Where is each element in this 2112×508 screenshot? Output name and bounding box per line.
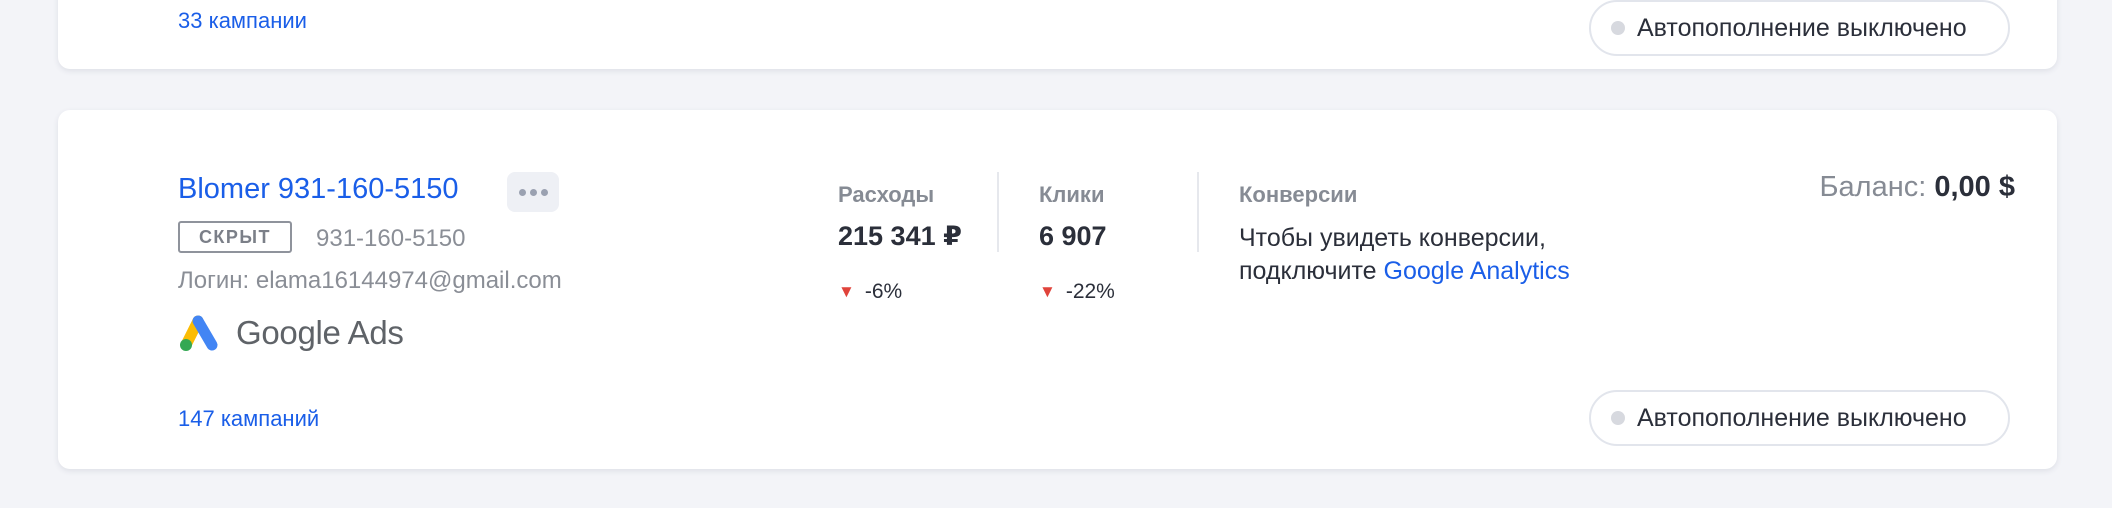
status-dot-icon — [1611, 411, 1625, 425]
metric-label-spend: Расходы — [838, 182, 935, 207]
metric-change-clicks: ▼ -22% — [1039, 280, 1115, 304]
account-card: Blomer 931-160-5150 СКРЫТ 931-160-5150 Л… — [58, 110, 2057, 469]
balance: Баланс: 0,00 $ — [1820, 171, 2016, 204]
more-options-button[interactable] — [507, 172, 559, 212]
campaigns-link[interactable]: 33 кампании — [178, 8, 307, 34]
metric-change-value: -6% — [864, 280, 903, 303]
trend-down-icon: ▼ — [838, 282, 855, 301]
campaigns-link[interactable]: 147 кампаний — [178, 406, 319, 432]
trend-down-icon: ▼ — [1039, 282, 1056, 301]
metric-change-spend: ▼ -6% — [838, 280, 902, 304]
dot-icon — [540, 188, 548, 196]
autofill-label: Автопополнение выключено — [1637, 13, 1967, 42]
balance-label: Баланс: — [1819, 171, 1927, 203]
metric-divider — [997, 172, 999, 252]
autofill-toggle[interactable]: Автопополнение выключено — [1589, 390, 2010, 446]
metric-value-spend: 215 341 ₽ — [838, 221, 962, 251]
platform-name: Google Ads — [236, 314, 404, 351]
metric-divider — [1197, 172, 1199, 252]
metric-label-conversions: Конверсии — [1239, 182, 1358, 207]
hidden-status-badge: СКРЫТ — [178, 221, 292, 253]
google-ads-icon — [180, 315, 218, 351]
autofill-label: Автопополнение выключено — [1637, 403, 1967, 432]
account-id: 931-160-5150 — [316, 225, 466, 252]
status-dot-icon — [1611, 21, 1625, 35]
dot-icon — [529, 188, 537, 196]
account-card-previous: 33 кампании Автопополнение выключено — [58, 0, 2057, 69]
metric-value-clicks: 6 907 — [1039, 221, 1107, 251]
account-login: Логин: elama16144974@gmail.com — [178, 267, 562, 294]
metric-change-value: -22% — [1065, 280, 1115, 303]
conversions-hint: Чтобы увидеть конверсии, подключите Goog… — [1239, 222, 1659, 288]
account-name-link[interactable]: Blomer 931-160-5150 — [178, 173, 459, 206]
platform-logo: Google Ads — [178, 313, 404, 353]
balance-value: 0,00 $ — [1934, 171, 2015, 203]
metric-label-clicks: Клики — [1039, 182, 1105, 207]
dot-icon — [518, 188, 526, 196]
google-analytics-link[interactable]: Google Analytics — [1384, 257, 1570, 285]
autofill-toggle[interactable]: Автопополнение выключено — [1589, 0, 2010, 56]
